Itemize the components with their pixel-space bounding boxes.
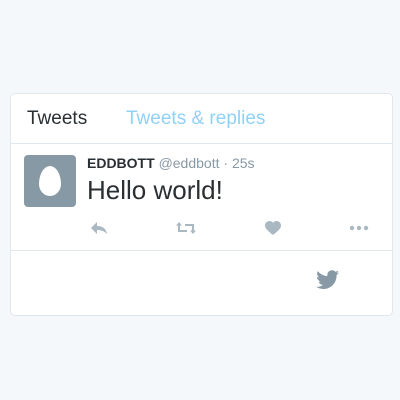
retweet-button[interactable] [175,218,197,238]
author-handle[interactable]: @eddbott [159,155,220,171]
twitter-logo-button[interactable] [316,270,340,290]
more-button[interactable] [348,218,370,238]
twitter-bird-icon [316,270,339,289]
more-icon [349,225,369,231]
tab-tweets[interactable]: Tweets [27,108,87,130]
default-egg-avatar-icon [39,166,61,196]
tab-tweets-and-replies[interactable]: Tweets & replies [126,108,265,130]
author-name[interactable]: EDDBOTT [87,155,155,171]
separator: · [223,155,229,171]
tweet-timestamp[interactable]: 25s [232,155,255,171]
timeline-card: Tweets Tweets & replies EDDBOTT @eddbott… [10,93,393,316]
like-button[interactable] [262,218,284,238]
reply-button[interactable] [88,218,110,238]
tweet-text: Hello world! [87,175,223,205]
tweet-actions [11,218,392,238]
heart-icon [265,221,281,235]
retweet-icon [176,222,196,234]
reply-icon [91,222,107,234]
avatar[interactable] [24,155,76,207]
timeline-tabs: Tweets Tweets & replies [11,94,392,144]
tweet-header: EDDBOTT @eddbott · 25s [87,155,255,172]
tweet-item[interactable]: EDDBOTT @eddbott · 25s Hello world! [11,144,392,251]
